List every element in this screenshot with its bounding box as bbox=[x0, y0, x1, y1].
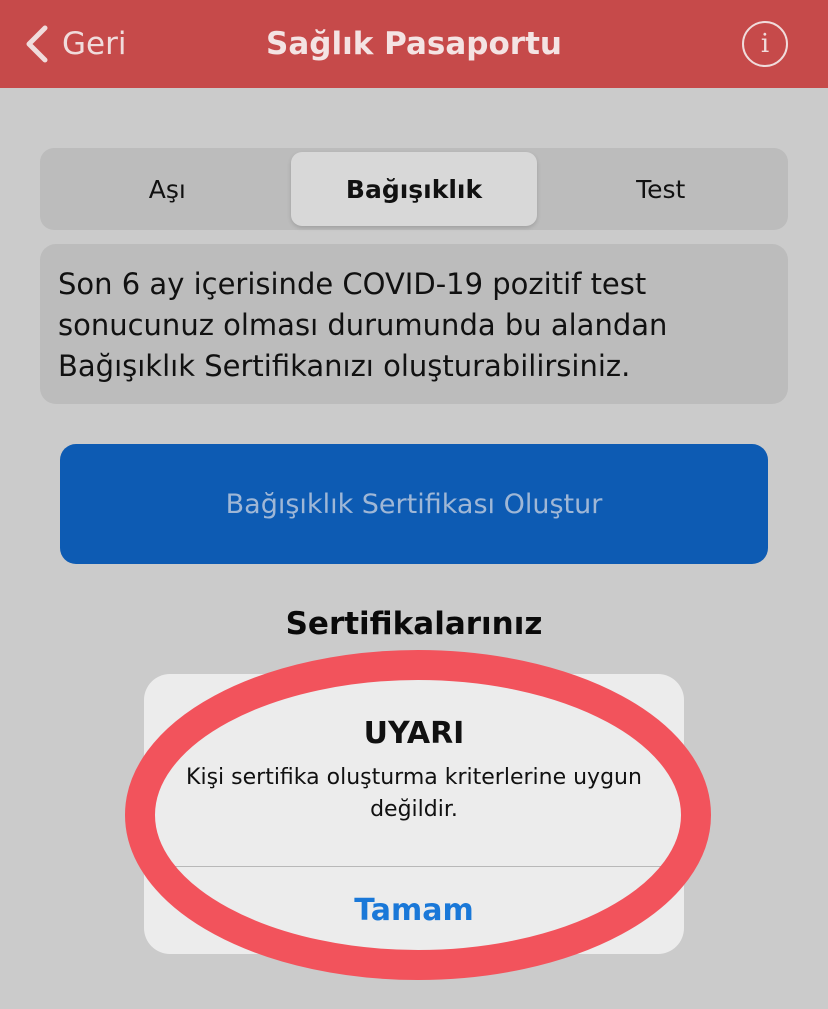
info-text: Son 6 ay içerisinde COVID-19 pozitif tes… bbox=[58, 267, 668, 383]
alert-title: UYARI bbox=[363, 716, 465, 751]
alert-dialog: UYARI Kişi sertifika oluşturma kriterler… bbox=[144, 674, 684, 954]
segmented-control: Aşı Bağışıklık Test bbox=[40, 148, 788, 230]
nav-bar: Geri Sağlık Pasaportu i bbox=[0, 0, 828, 88]
alert-message: Kişi sertifika oluşturma kriterlerine uy… bbox=[186, 765, 642, 822]
create-certificate-label: Bağışıklık Sertifikası Oluştur bbox=[225, 488, 603, 520]
info-glyph: i bbox=[760, 29, 770, 59]
create-certificate-button[interactable]: Bağışıklık Sertifikası Oluştur bbox=[60, 444, 768, 564]
info-box: Son 6 ay içerisinde COVID-19 pozitif tes… bbox=[40, 244, 788, 404]
section-title: Sertifikalarınız bbox=[285, 606, 543, 642]
info-circle-icon[interactable]: i bbox=[742, 21, 788, 67]
page-title: Sağlık Pasaportu bbox=[266, 26, 562, 62]
tab-test[interactable]: Test bbox=[537, 152, 784, 226]
ok-button[interactable]: Tamam bbox=[144, 867, 684, 954]
tab-asi[interactable]: Aşı bbox=[44, 152, 291, 226]
tab-bagisiklik[interactable]: Bağışıklık bbox=[290, 152, 538, 226]
